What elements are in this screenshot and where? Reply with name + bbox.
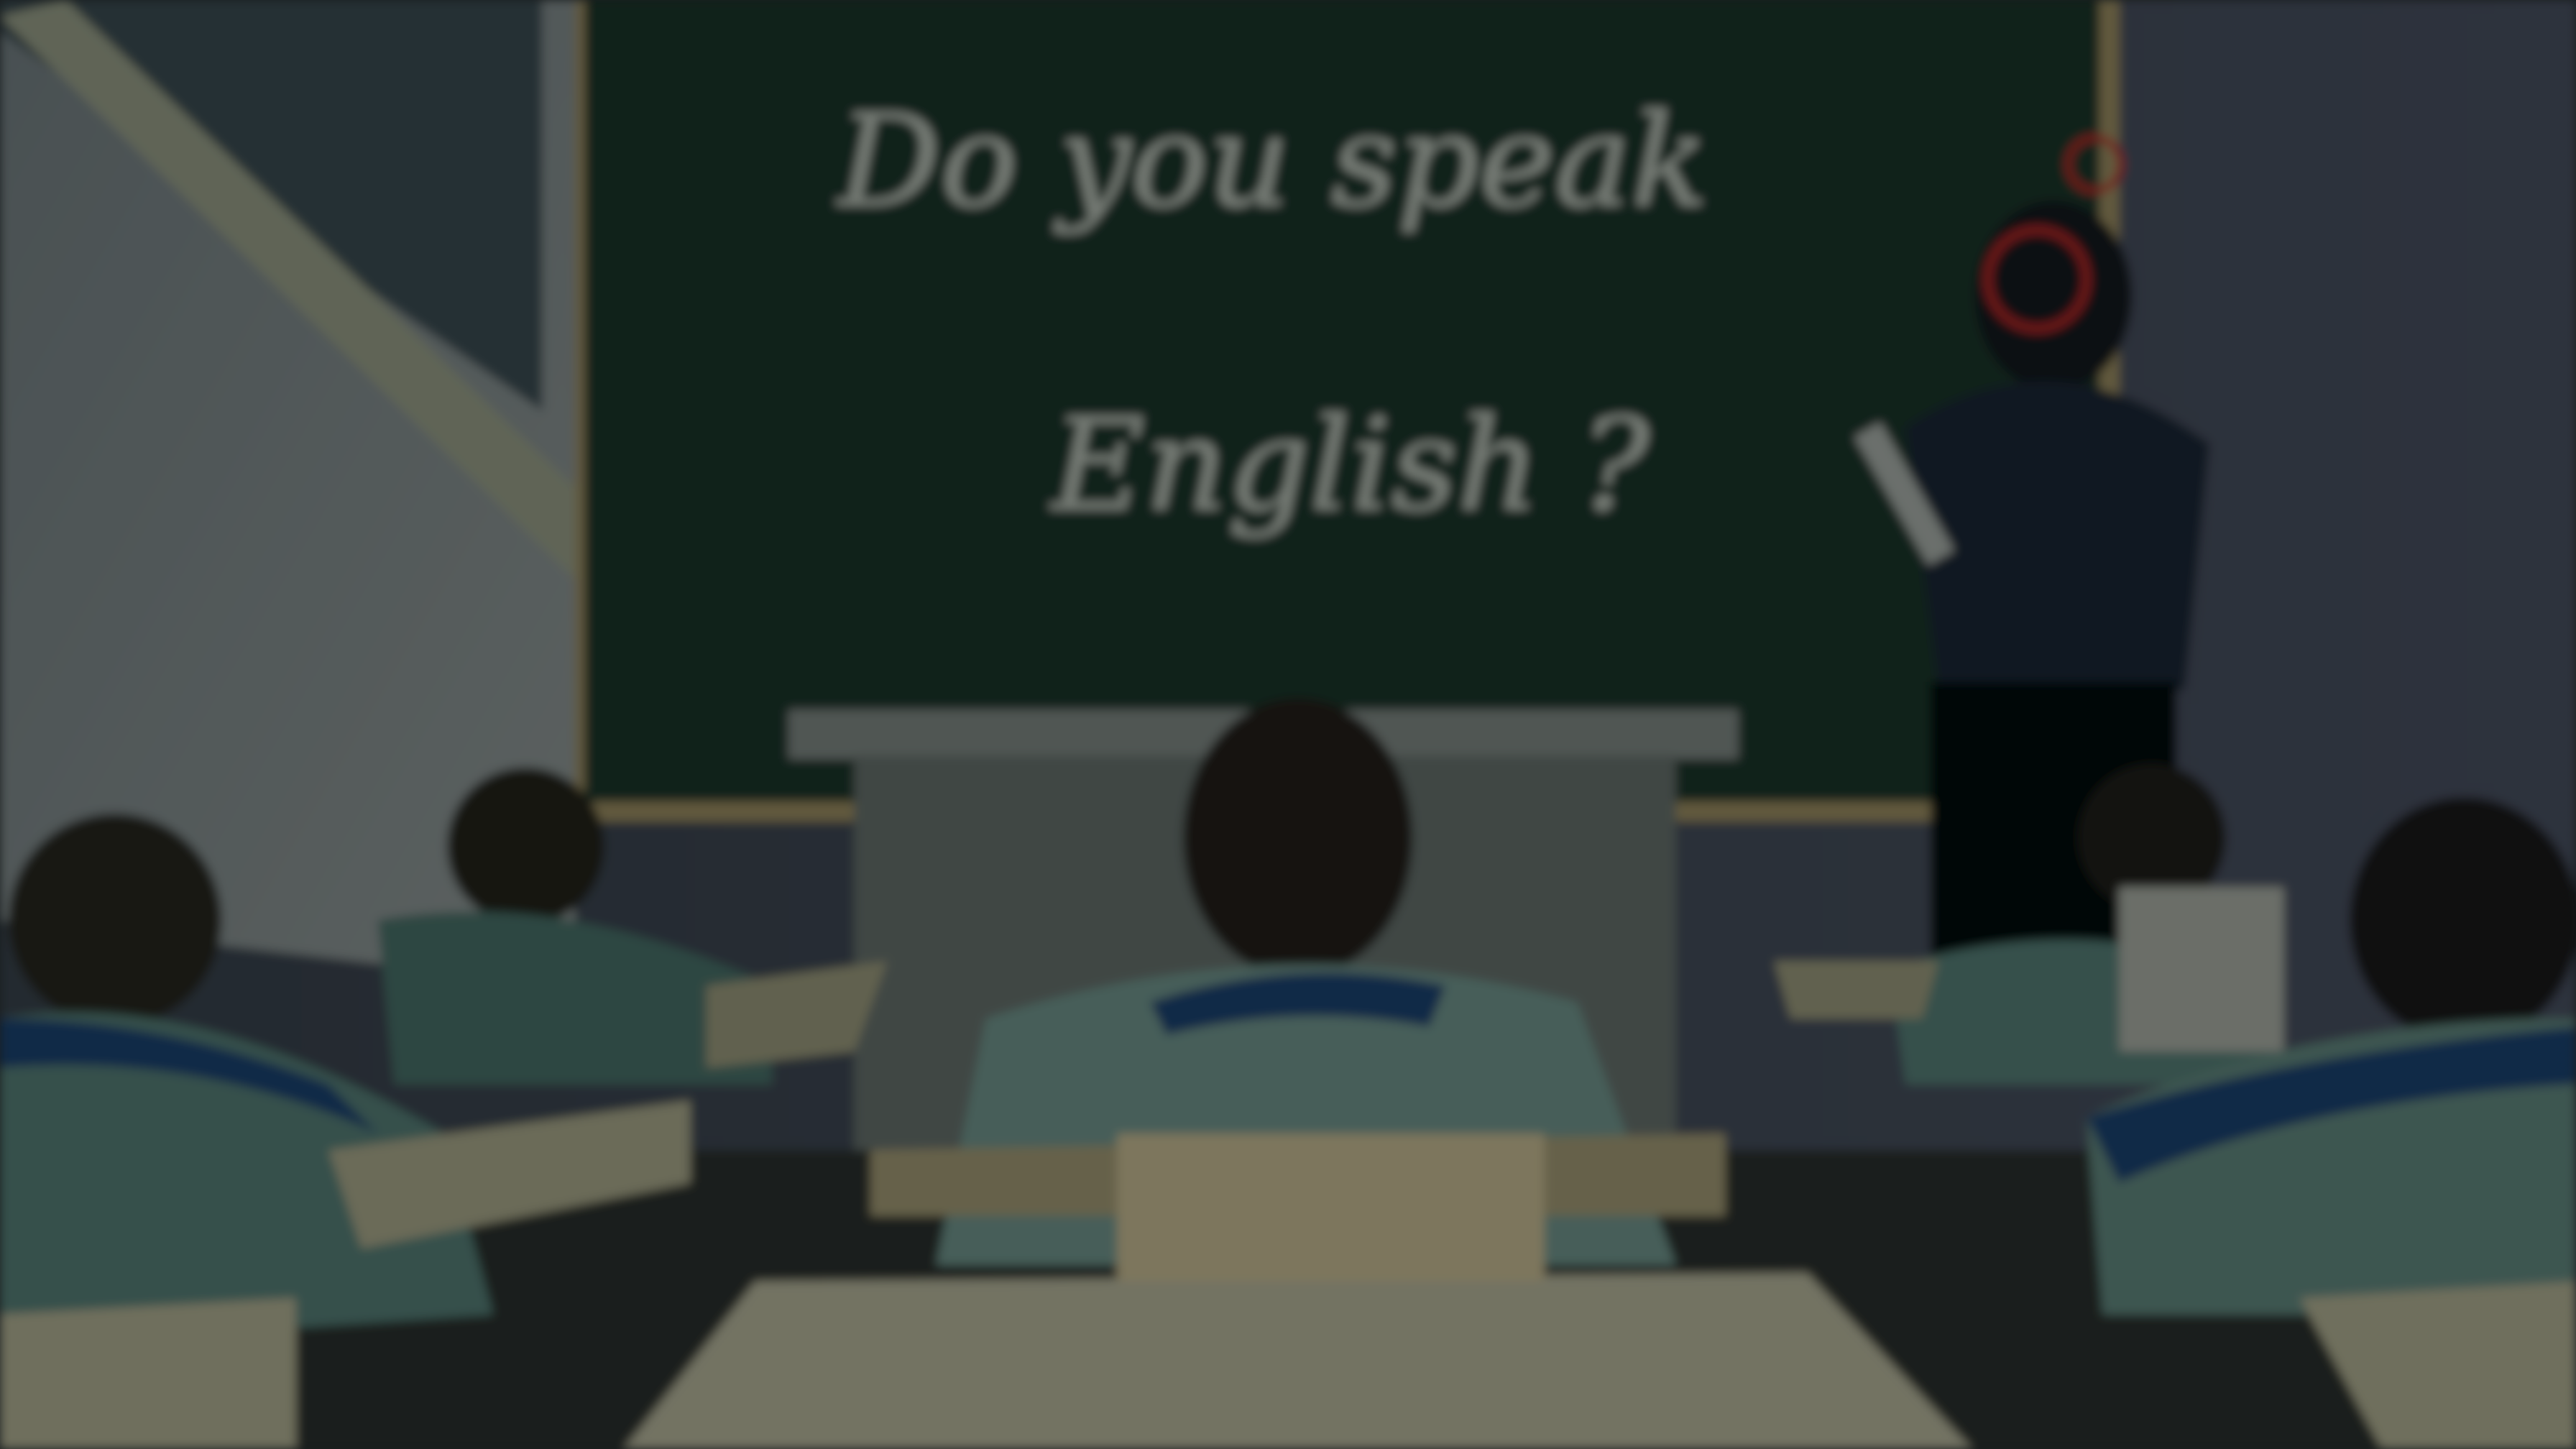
blurred-classroom-background: Do you speak English ? bbox=[0, 0, 2576, 1449]
dim-overlay bbox=[0, 0, 2576, 1449]
